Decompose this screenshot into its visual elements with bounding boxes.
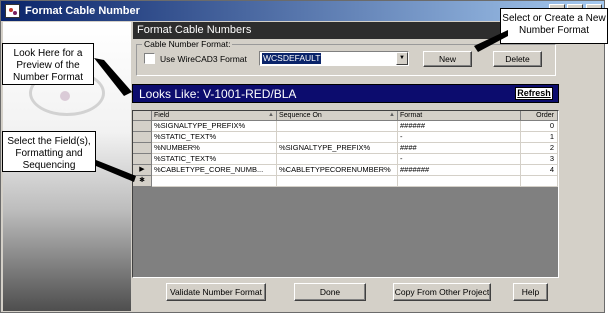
format-cell[interactable]: -: [398, 154, 521, 165]
sequence-on-cell[interactable]: [277, 121, 398, 132]
delete-format-button[interactable]: Delete: [493, 51, 542, 67]
format-preview-bar: Looks Like: V-1001-RED/BLA Refresh: [132, 84, 559, 103]
sort-ascending-icon: ▲: [389, 112, 395, 118]
use-wirecad3-checkbox[interactable]: [144, 53, 155, 64]
field-cell[interactable]: %SIGNALTYPE_PREFIX%: [152, 121, 277, 132]
fields-callout-arrow-icon: [96, 160, 136, 182]
order-cell[interactable]: 1: [521, 132, 558, 143]
done-button[interactable]: Done: [294, 283, 366, 301]
field-cell[interactable]: %STATIC_TEXT%: [152, 132, 277, 143]
sequence-on-cell[interactable]: [277, 132, 398, 143]
column-header-format[interactable]: Format: [398, 111, 521, 121]
format-preview-text: Looks Like: V-1001-RED/BLA: [139, 87, 297, 101]
field-cell[interactable]: %CABLETYPE_CORE_NUMB...: [152, 165, 277, 176]
preview-callout-arrow-icon: [94, 58, 132, 96]
format-callout: Select or Create a New Number Format: [500, 8, 608, 44]
number-format-value: WCSDEFAULT: [262, 53, 322, 64]
format-cell[interactable]: ######: [398, 121, 521, 132]
grid-corner-cell: [133, 111, 152, 121]
format-cell[interactable]: [398, 176, 521, 187]
format-cell[interactable]: ####: [398, 143, 521, 154]
app-icon: [5, 4, 20, 18]
format-callout-arrow-icon: [474, 30, 508, 52]
sequence-on-cell[interactable]: [277, 176, 398, 187]
format-cell[interactable]: -: [398, 132, 521, 143]
fields-grid[interactable]: Field ▲ Sequence On ▲ Format Order %SIGNAL…: [132, 110, 559, 278]
new-format-button[interactable]: New: [423, 51, 472, 67]
table-row[interactable]: %STATIC_TEXT% - 3: [133, 154, 558, 165]
fields-callout: Select the Field(s), Formatting and Sequ…: [2, 131, 96, 172]
help-button[interactable]: Help: [513, 283, 548, 301]
sequence-on-cell[interactable]: %CABLETYPECORENUMBER%: [277, 165, 398, 176]
column-header-order[interactable]: Order: [521, 111, 558, 121]
column-header-field[interactable]: Field ▲: [152, 111, 277, 121]
field-cell[interactable]: %NUMBER%: [152, 143, 277, 154]
format-cell[interactable]: #######: [398, 165, 521, 176]
order-cell[interactable]: 0: [521, 121, 558, 132]
table-row[interactable]: %NUMBER% %SIGNALTYPE_PREFIX% #### 2: [133, 143, 558, 154]
order-cell[interactable]: 2: [521, 143, 558, 154]
dropdown-arrow-icon[interactable]: ▼: [396, 52, 408, 65]
sequence-on-cell[interactable]: [277, 154, 398, 165]
group-title: Cable Number Format:: [142, 39, 233, 49]
order-cell[interactable]: 4: [521, 165, 558, 176]
field-cell[interactable]: %STATIC_TEXT%: [152, 154, 277, 165]
validate-number-format-button[interactable]: Validate Number Format: [166, 283, 266, 301]
grid-header-row: Field ▲ Sequence On ▲ Format Order: [133, 111, 558, 121]
table-row[interactable]: %STATIC_TEXT% - 1: [133, 132, 558, 143]
field-cell[interactable]: [152, 176, 277, 187]
table-row[interactable]: ▶ %CABLETYPE_CORE_NUMB... %CABLETYPECORE…: [133, 165, 558, 176]
window-title: Format Cable Number: [25, 5, 140, 17]
refresh-button[interactable]: Refresh: [515, 87, 553, 100]
preview-callout: Look Here for a Preview of the Number Fo…: [2, 43, 94, 85]
copy-from-other-project-button[interactable]: Copy From Other Project: [393, 283, 491, 301]
new-table-row[interactable]: ✱: [133, 176, 558, 187]
order-cell[interactable]: [521, 176, 558, 187]
table-row[interactable]: %SIGNALTYPE_PREFIX% ###### 0: [133, 121, 558, 132]
row-selector[interactable]: [133, 132, 152, 143]
sequence-on-cell[interactable]: %SIGNALTYPE_PREFIX%: [277, 143, 398, 154]
number-format-select[interactable]: WCSDEFAULT ▼: [259, 51, 409, 66]
row-selector[interactable]: [133, 121, 152, 132]
column-header-sequence-on[interactable]: Sequence On ▲: [277, 111, 398, 121]
order-cell[interactable]: 3: [521, 154, 558, 165]
sort-ascending-icon: ▲: [268, 112, 274, 118]
row-selector[interactable]: [133, 143, 152, 154]
use-wirecad3-label: Use WireCAD3 Format: [160, 54, 247, 64]
